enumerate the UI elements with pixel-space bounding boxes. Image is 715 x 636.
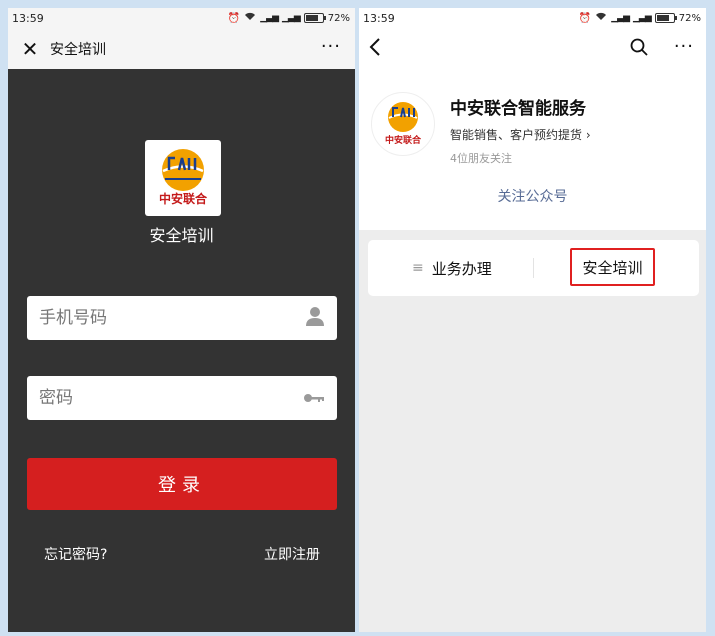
official-account-screen: 13:59 ⏰ ▁▃▅ ▁▃▅ 72% ··· 中安联合 中安联合智能服务 智能…: [359, 8, 706, 632]
account-description[interactable]: 智能销售、客户预约提货 ›: [450, 126, 591, 143]
menu-list-icon: ≡: [412, 260, 424, 276]
forgot-password-link[interactable]: 忘记密码?: [44, 544, 107, 564]
right-top-bar: 13:59 ⏰ ▁▃▅ ▁▃▅ 72% ···: [359, 8, 706, 68]
more-icon[interactable]: ···: [674, 38, 694, 56]
app-logo: 中安联合: [145, 140, 221, 216]
password-input[interactable]: [39, 388, 279, 408]
menu-safety-training-label: 安全培训: [582, 258, 643, 277]
battery-level: 72%: [678, 12, 701, 24]
svg-text:中安联合: 中安联合: [159, 191, 208, 206]
search-icon[interactable]: [630, 38, 648, 60]
signal-icon-2: ▁▃▅: [633, 13, 652, 23]
nav-bar: ✕ 安全培训 ···: [8, 28, 355, 69]
nav-bar: ···: [359, 28, 706, 68]
login-screen: 13:59 ⏰ ▁▃▅ ▁▃▅ 72% ✕ 安全培训 ··· 中安联合 安全培训…: [8, 8, 355, 632]
alarm-icon: ⏰: [578, 12, 592, 24]
menu-business-label: 业务办理: [431, 259, 492, 278]
nav-title: 安全培训: [50, 41, 106, 58]
password-field[interactable]: [27, 376, 337, 420]
signal-icon: ▁▃▅: [260, 13, 279, 23]
menu-divider: [533, 258, 534, 278]
follow-account-button[interactable]: 关注公众号: [359, 186, 706, 206]
menu-business[interactable]: ≡ 业务办理: [412, 240, 492, 296]
user-icon: [305, 305, 325, 331]
battery-icon: [303, 13, 326, 23]
wifi-icon: [244, 12, 256, 24]
phone-field[interactable]: [27, 296, 337, 340]
signal-icon-2: ▁▃▅: [282, 13, 301, 23]
battery-level: 72%: [327, 12, 350, 24]
more-icon[interactable]: ···: [321, 38, 341, 56]
status-time: 13:59: [12, 11, 44, 25]
avatar[interactable]: 中安联合: [371, 92, 435, 156]
battery-icon: [654, 13, 677, 23]
app-name: 安全培训: [149, 226, 214, 245]
key-icon: [303, 389, 325, 408]
status-time: 13:59: [363, 11, 395, 25]
status-bar: 13:59 ⏰ ▁▃▅ ▁▃▅ 72%: [8, 8, 355, 28]
wifi-icon: [595, 12, 607, 24]
account-profile: 中安联合 中安联合智能服务 智能销售、客户预约提货 › 4位朋友关注 关注公众号: [359, 68, 706, 230]
register-link[interactable]: 立即注册: [264, 544, 320, 564]
close-icon[interactable]: ✕: [18, 39, 42, 59]
back-icon[interactable]: [369, 38, 381, 59]
login-button[interactable]: 登录: [27, 458, 337, 510]
signal-icon: ▁▃▅: [611, 13, 630, 23]
phone-input[interactable]: [39, 308, 279, 328]
menu-safety-training[interactable]: 安全培训: [570, 248, 655, 286]
account-name: 中安联合智能服务: [450, 99, 586, 119]
status-bar: 13:59 ⏰ ▁▃▅ ▁▃▅ 72%: [359, 8, 706, 28]
left-top-bar: 13:59 ⏰ ▁▃▅ ▁▃▅ 72% ✕ 安全培训 ···: [8, 8, 355, 69]
alarm-icon: ⏰: [227, 12, 241, 24]
friends-following: 4位朋友关注: [450, 152, 512, 165]
svg-text:中安联合: 中安联合: [385, 134, 422, 146]
account-menu: ≡ 业务办理 安全培训: [368, 240, 699, 296]
